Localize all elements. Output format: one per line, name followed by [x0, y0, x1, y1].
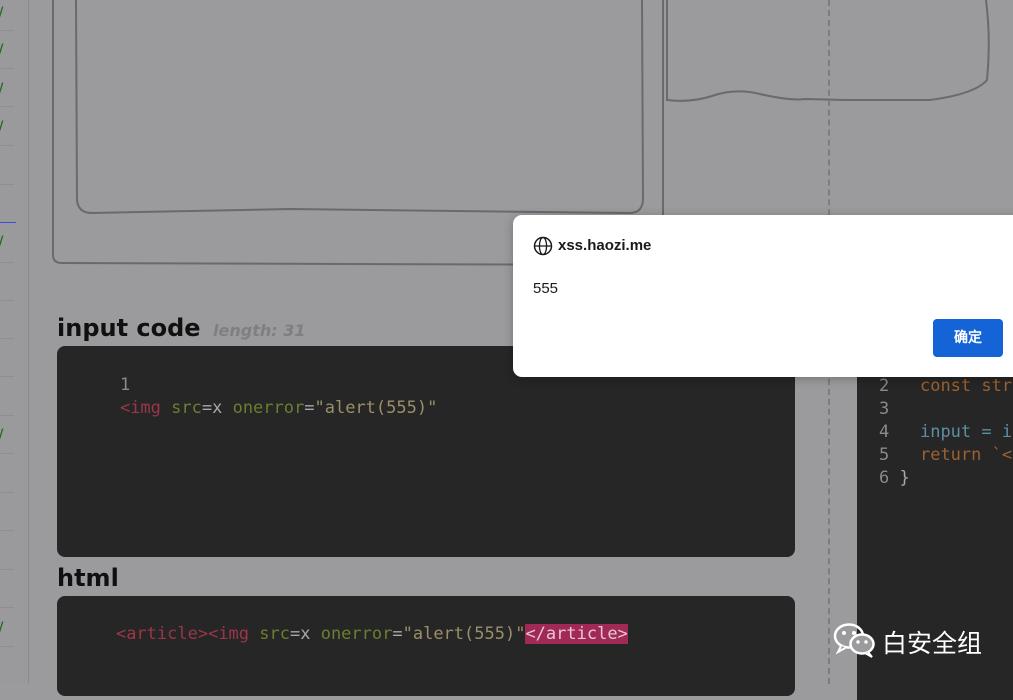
- source-line: 6 }: [879, 467, 910, 490]
- source-line: 2 const str: [879, 375, 1012, 398]
- line-number: 5: [879, 445, 890, 465]
- code-token: <img: [208, 624, 250, 644]
- dialog-message: 555: [533, 280, 559, 297]
- code-token: =: [304, 398, 315, 418]
- globe-icon: [533, 236, 553, 256]
- wechat-icon: [833, 623, 875, 658]
- code-token: =x: [289, 624, 311, 644]
- line-number: 2: [879, 376, 890, 396]
- line-number: 4: [879, 422, 890, 442]
- code-token: "alert(555)": [402, 624, 526, 644]
- line-number: 1: [119, 375, 131, 395]
- source-line: 3: [879, 398, 900, 421]
- input-length-label: length: 31: [213, 321, 306, 340]
- html-output-line: <article><img src=x onerror="alert(555)"…: [75, 600, 628, 669]
- code-token: }: [899, 468, 910, 488]
- code-token: onerror: [222, 398, 305, 418]
- html-title: html: [57, 564, 119, 592]
- input-code-line: 1 <img src=x onerror="alert(555)": [79, 351, 437, 443]
- input-code-editor[interactable]: 1 <img src=x onerror="alert(555)": [57, 346, 795, 557]
- code-token: return `<: [899, 445, 1013, 465]
- code-token: =x: [201, 398, 223, 418]
- watermark-text: 白安全组: [882, 629, 983, 658]
- watermark: 白安全组: [832, 620, 982, 660]
- code-token: <img: [119, 398, 161, 418]
- html-heading: html: [57, 564, 119, 592]
- line-number: 3: [879, 399, 890, 419]
- code-token: </article>: [525, 624, 628, 644]
- source-line: 4 input = i: [879, 421, 1012, 444]
- code-token: input = i: [899, 422, 1013, 442]
- alert-dialog: xss.haozi.me 555 确定: [513, 215, 1013, 377]
- input-code-heading: input code length: 31: [57, 314, 305, 342]
- code-token: src: [160, 398, 202, 418]
- code-token: onerror: [310, 624, 393, 644]
- line-number: 6: [879, 468, 890, 488]
- code-token: const str: [899, 376, 1013, 396]
- input-code-title: input code: [57, 314, 201, 342]
- html-output-panel: <article><img src=x onerror="alert(555)"…: [57, 596, 795, 696]
- code-token: =: [392, 624, 403, 644]
- source-line: 5 return `<: [879, 444, 1012, 467]
- ok-button[interactable]: 确定: [933, 319, 1003, 357]
- code-token: <article>: [115, 624, 209, 644]
- dialog-origin: xss.haozi.me: [558, 237, 652, 254]
- code-token: "alert(555)": [314, 398, 438, 418]
- code-token: src: [249, 624, 290, 644]
